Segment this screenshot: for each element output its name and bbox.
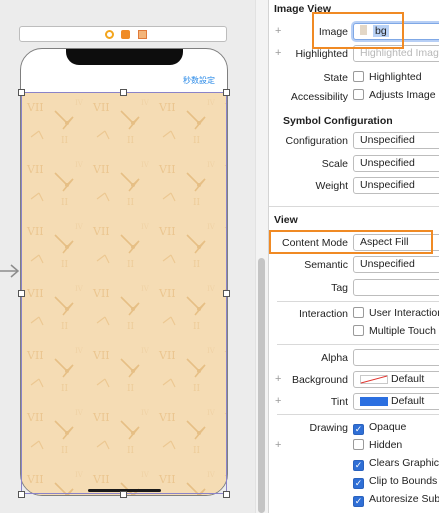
section-title-symbol-configuration: Symbol Configuration [283, 115, 393, 127]
resize-handle-bottom[interactable] [120, 491, 127, 498]
tint-label: Tint [330, 396, 348, 408]
alpha-label: Alpha [321, 352, 348, 364]
multiple-touch-checkbox-label: Multiple Touch [369, 325, 436, 337]
entry-point-arrow-icon[interactable] [0, 263, 22, 279]
autoresize-subviews-checkbox[interactable]: ✓ Autoresize Subviews [353, 493, 439, 507]
checkmark-icon: ✓ [353, 424, 364, 435]
tint-add-icon[interactable]: + [275, 395, 281, 407]
multiple-touch-checkbox[interactable]: Multiple Touch [353, 325, 436, 339]
state-highlighted-checkbox-label: Highlighted [369, 71, 422, 83]
section-title-image-view: Image View [274, 3, 332, 15]
accessibility-label: Accessibility [290, 91, 348, 103]
tint-color-swatch-icon [360, 397, 388, 406]
view-controller-icon[interactable] [105, 30, 114, 39]
checkmark-icon: ✓ [353, 496, 364, 507]
exit-icon[interactable] [138, 30, 147, 39]
hidden-checkbox-label: Hidden [369, 439, 403, 451]
background-color-value: Default [391, 373, 425, 385]
checkbox-icon [353, 439, 364, 450]
adjusts-image-size-checkbox-label: Adjusts Image Size [369, 89, 439, 101]
configuration-label: Configuration [285, 135, 348, 147]
autoresize-subviews-checkbox-label: Autoresize Subviews [369, 493, 439, 505]
checkbox-icon [353, 325, 364, 336]
content-mode-select[interactable]: Aspect Fill [353, 234, 439, 251]
resize-handle-bottom-right[interactable] [223, 491, 230, 498]
drawing-label: Drawing [309, 422, 348, 434]
first-responder-icon[interactable] [121, 30, 130, 39]
clears-graphics-context-checkbox-label: Clears Graphics Context [369, 457, 439, 469]
subsection-divider [277, 344, 439, 345]
resize-handle-bottom-left[interactable] [18, 491, 25, 498]
tag-field[interactable] [353, 279, 439, 296]
background-add-icon[interactable]: + [275, 373, 281, 385]
checkbox-icon [353, 89, 364, 100]
resize-handle-top[interactable] [120, 89, 127, 96]
scene-dock [19, 26, 227, 42]
highlighted-image-field[interactable]: Highlighted Image [353, 45, 439, 62]
content-mode-label: Content Mode [282, 237, 348, 249]
image-variation-add-icon[interactable]: + [275, 25, 281, 37]
image-field[interactable]: bg [353, 23, 439, 40]
weight-select[interactable]: Unspecified [353, 177, 439, 194]
image-thumbnail-icon [360, 25, 367, 35]
canvas-scrollbar-thumb[interactable] [258, 258, 265, 513]
resize-handle-left[interactable] [18, 290, 25, 297]
resize-handle-right[interactable] [223, 290, 230, 297]
scale-label: Scale [321, 158, 348, 170]
highlighted-add-icon[interactable]: + [275, 47, 281, 59]
hidden-add-icon[interactable]: + [275, 439, 281, 451]
opaque-checkbox-label: Opaque [369, 421, 407, 433]
hidden-checkbox[interactable]: Hidden [353, 439, 402, 453]
iphone-scene[interactable]: 秒数設定 VII II IV [20, 48, 228, 496]
background-color-select[interactable]: Default [353, 371, 439, 388]
clock-pattern-image: VII II IV [21, 93, 227, 495]
background-label: Background [291, 374, 348, 386]
clip-to-bounds-checkbox-label: Clip to Bounds [369, 475, 438, 487]
attributes-inspector: Image View + Image bg + Highlighted High… [268, 0, 439, 513]
checkbox-icon [353, 71, 364, 82]
tint-color-select[interactable]: Default [353, 393, 439, 410]
adjusts-image-size-checkbox[interactable]: Adjusts Image Size [353, 89, 439, 103]
semantic-label: Semantic [304, 259, 348, 271]
storyboard-canvas[interactable]: 秒数設定 VII II IV [0, 0, 268, 513]
user-interaction-checkbox-label: User Interaction Enabled [369, 307, 439, 319]
subsection-divider [277, 414, 439, 415]
configuration-select[interactable]: Unspecified [353, 132, 439, 149]
device-notch [66, 49, 183, 65]
tag-label: Tag [331, 282, 348, 294]
checkmark-icon: ✓ [353, 460, 364, 471]
image-field-value: bg [373, 25, 389, 37]
nav-right-bar-item[interactable]: 秒数設定 [183, 75, 215, 86]
checkbox-icon [353, 307, 364, 318]
user-interaction-checkbox[interactable]: User Interaction Enabled [353, 307, 439, 321]
scale-select[interactable]: Unspecified [353, 155, 439, 172]
checkmark-icon: ✓ [353, 478, 364, 489]
section-title-view: View [274, 214, 298, 226]
default-color-swatch-icon [360, 375, 388, 384]
resize-handle-top-left[interactable] [18, 89, 25, 96]
interaction-label: Interaction [298, 308, 348, 320]
tint-color-value: Default [391, 395, 425, 407]
clears-graphics-context-checkbox[interactable]: ✓ Clears Graphics Context [353, 457, 439, 471]
semantic-select[interactable]: Unspecified [353, 256, 439, 273]
alpha-field[interactable] [353, 349, 439, 366]
highlighted-label: Highlighted [295, 48, 348, 60]
subsection-divider [277, 301, 439, 302]
state-highlighted-checkbox[interactable]: Highlighted [353, 71, 422, 85]
state-label: State [323, 72, 348, 84]
image-label: Image [318, 26, 348, 38]
background-image-view[interactable]: VII II IV [21, 93, 227, 495]
clip-to-bounds-checkbox[interactable]: ✓ Clip to Bounds [353, 475, 437, 489]
weight-label: Weight [315, 180, 349, 192]
section-divider [269, 206, 439, 207]
resize-handle-top-right[interactable] [223, 89, 230, 96]
opaque-checkbox[interactable]: ✓ Opaque [353, 421, 406, 435]
